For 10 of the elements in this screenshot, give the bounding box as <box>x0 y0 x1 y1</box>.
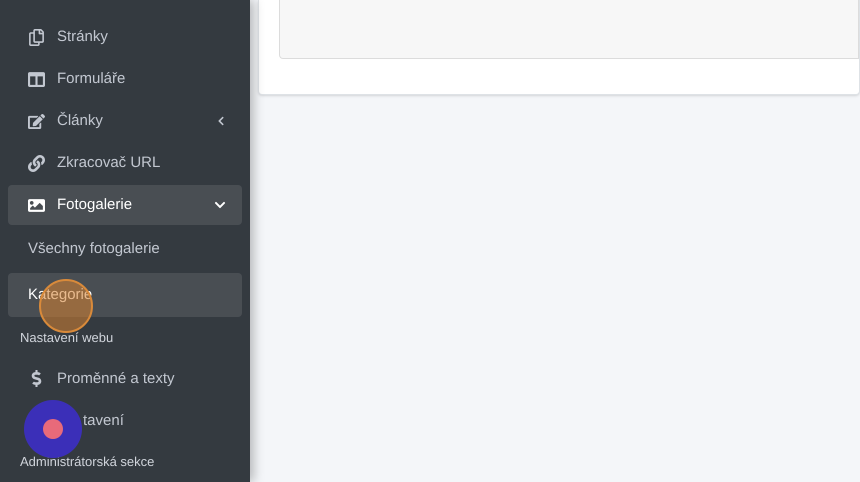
sidebar-item[interactable]: Stránky <box>8 17 242 57</box>
section-header: Administrátorská sekce <box>20 453 154 472</box>
sidebar-item[interactable]: Zkracovač URL <box>8 143 242 184</box>
sidebar-item[interactable]: Fotogalerie <box>8 185 242 226</box>
sidebar-item[interactable]: Články <box>8 101 242 142</box>
sidebar-item[interactable]: Proměnné a texty <box>8 358 242 399</box>
sidebar-item[interactable]: tavení <box>8 400 242 441</box>
submenu-item[interactable]: Všechny fotogalerie <box>8 227 242 272</box>
sidebar-item[interactable]: Formuláře <box>8 59 242 100</box>
section-header: Nastavení webu <box>20 329 114 348</box>
